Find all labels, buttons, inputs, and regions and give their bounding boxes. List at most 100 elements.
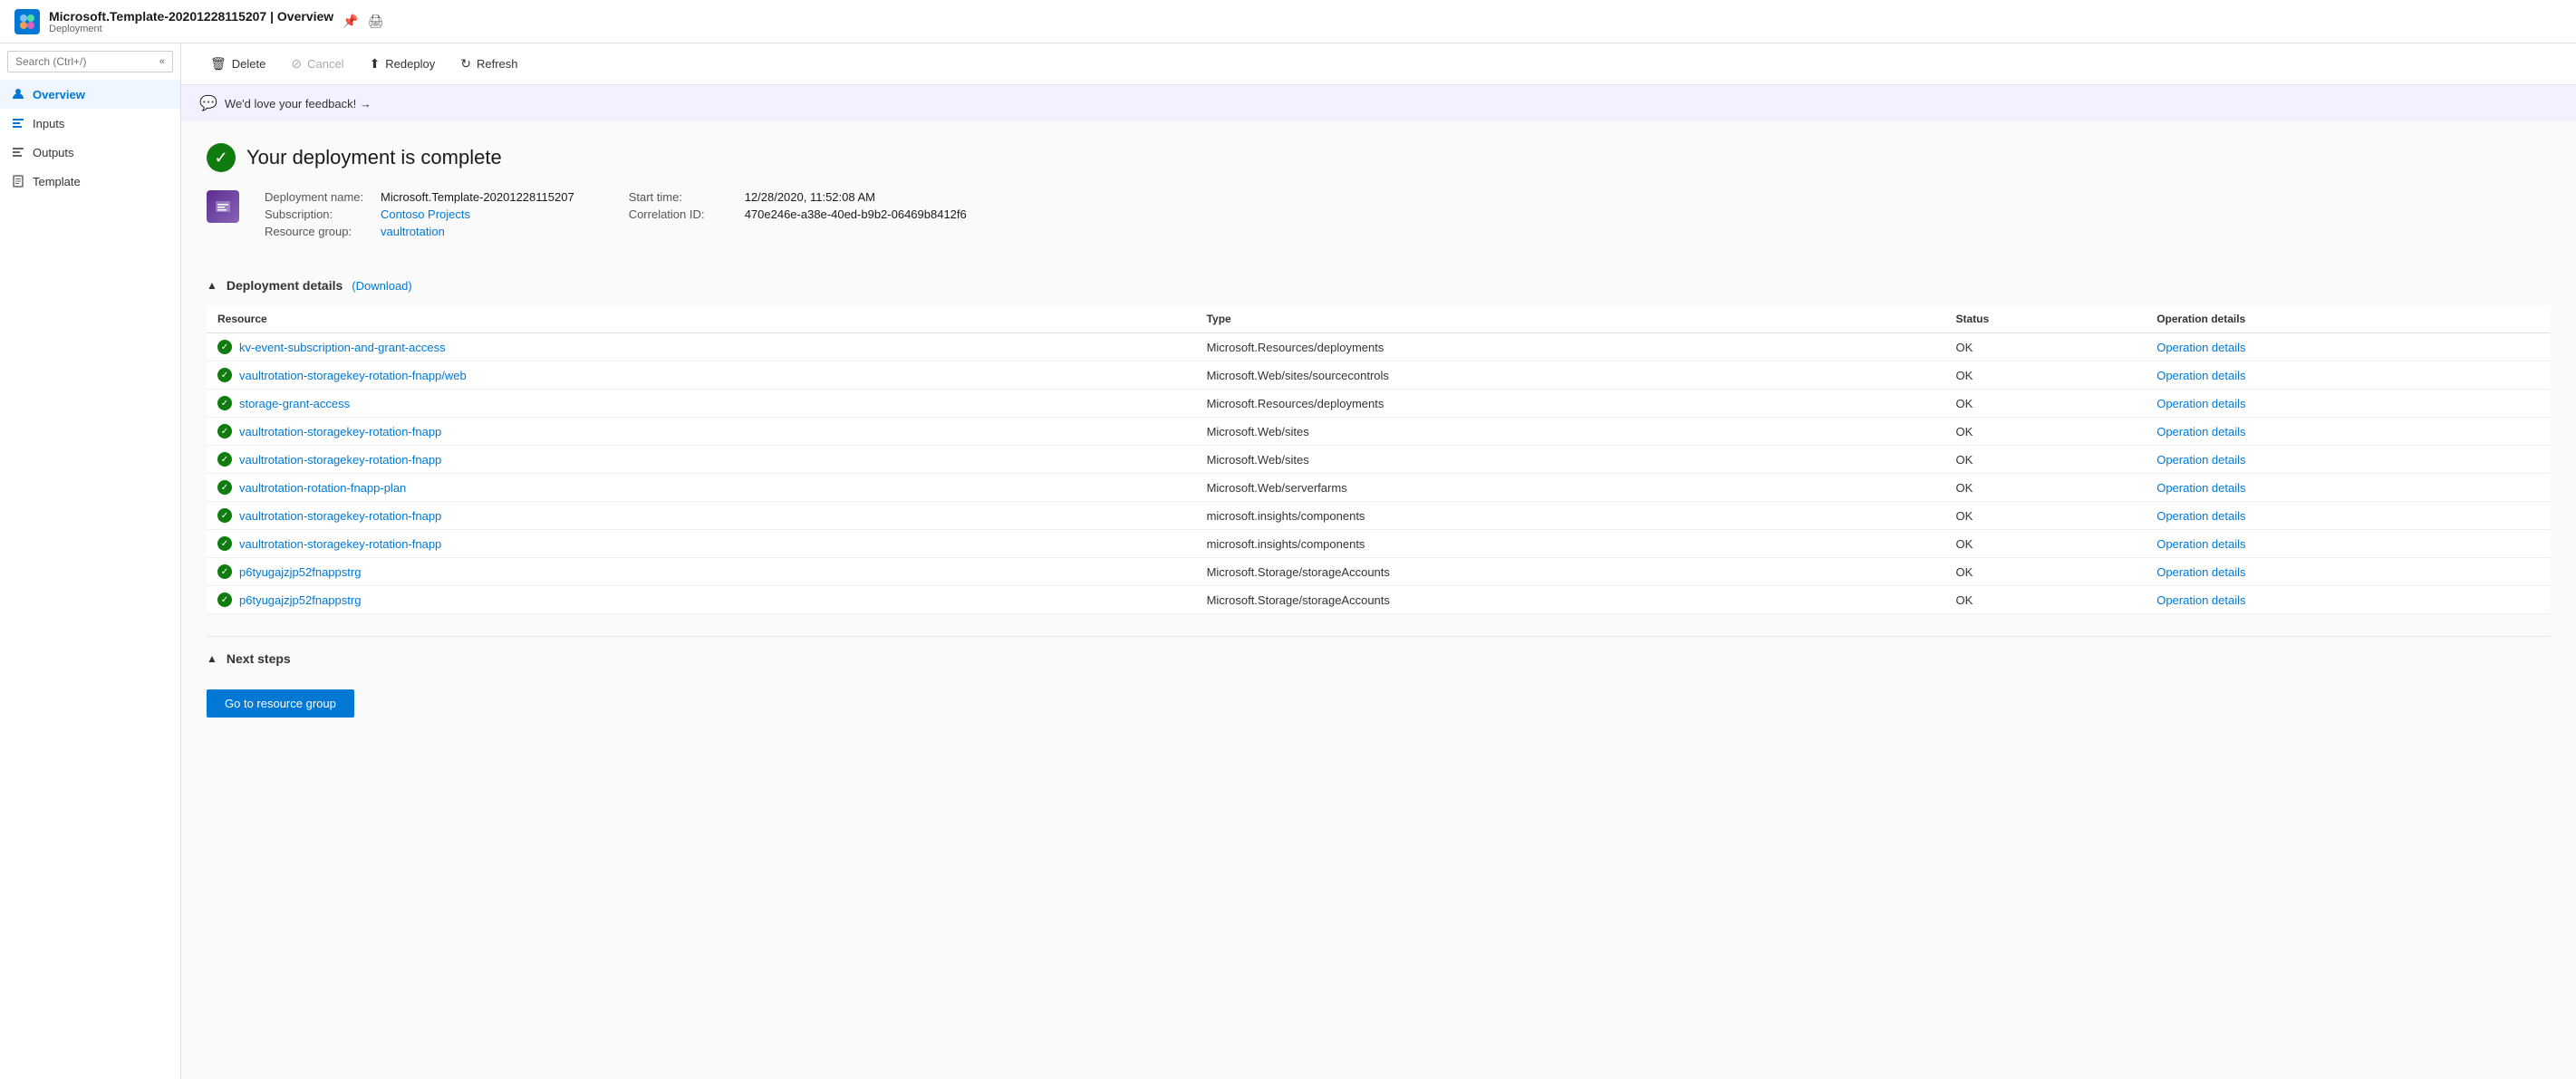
resource-link-0[interactable]: kv-event-subscription-and-grant-access — [239, 341, 446, 354]
table-row: ✓ vaultrotation-storagekey-rotation-fnap… — [207, 361, 2551, 390]
deploy-meta-left: Deployment name: Microsoft.Template-2020… — [265, 190, 574, 238]
table-row: ✓ p6tyugajzjp52fnappstrg Microsoft.Stora… — [207, 558, 2551, 586]
resource-cell-0: ✓ kv-event-subscription-and-grant-access — [207, 333, 1196, 361]
op-details-link-7[interactable]: Operation details — [2156, 537, 2245, 551]
meta-starttime-value: 12/28/2020, 11:52:08 AM — [745, 190, 875, 204]
inputs-icon — [11, 116, 25, 130]
refresh-button[interactable]: ↻ Refresh — [449, 51, 528, 77]
status-cell-8: OK — [1944, 558, 2146, 586]
op-details-link-2[interactable]: Operation details — [2156, 397, 2245, 410]
resource-cell-1: ✓ vaultrotation-storagekey-rotation-fnap… — [207, 361, 1196, 390]
status-cell-2: OK — [1944, 390, 2146, 418]
feedback-icon: 💬 — [199, 94, 217, 112]
sidebar-item-inputs[interactable]: Inputs — [0, 109, 180, 138]
page-title: Microsoft.Template-20201228115207 | Over… — [49, 9, 333, 24]
feedback-banner[interactable]: 💬 We'd love your feedback! → — [181, 85, 2576, 121]
col-resource: Resource — [207, 305, 1196, 333]
op-details-link-8[interactable]: Operation details — [2156, 565, 2245, 579]
type-cell-5: Microsoft.Web/serverfarms — [1196, 474, 1945, 502]
sidebar-item-template-label: Template — [33, 175, 81, 188]
type-cell-7: microsoft.insights/components — [1196, 530, 1945, 558]
op-details-link-9[interactable]: Operation details — [2156, 593, 2245, 607]
resource-link-9[interactable]: p6tyugajzjp52fnappstrg — [239, 593, 361, 607]
row-check-icon-7: ✓ — [217, 536, 232, 551]
type-cell-6: microsoft.insights/components — [1196, 502, 1945, 530]
header-title-group: Microsoft.Template-20201228115207 | Over… — [49, 9, 333, 34]
redeploy-button[interactable]: ⬆ Redeploy — [359, 51, 447, 77]
deploy-info-row: Deployment name: Microsoft.Template-2020… — [207, 190, 2551, 260]
type-cell-3: Microsoft.Web/sites — [1196, 418, 1945, 446]
sidebar-item-template[interactable]: Template — [0, 167, 180, 196]
op-details-link-4[interactable]: Operation details — [2156, 453, 2245, 467]
table-row: ✓ vaultrotation-storagekey-rotation-fnap… — [207, 530, 2551, 558]
type-cell-8: Microsoft.Storage/storageAccounts — [1196, 558, 1945, 586]
layout: « Overview Inputs Outputs — [0, 43, 2576, 1079]
delete-button[interactable]: 🗑 Delete — [199, 51, 276, 77]
feedback-text[interactable]: We'd love your feedback! → — [225, 97, 371, 111]
sidebar-item-outputs[interactable]: Outputs — [0, 138, 180, 167]
cancel-button[interactable]: ⊘ Cancel — [280, 51, 354, 77]
overview-icon — [11, 87, 25, 101]
meta-row-starttime: Start time: 12/28/2020, 11:52:08 AM — [629, 190, 967, 204]
meta-row-rg: Resource group: vaultrotation — [265, 225, 574, 238]
row-check-icon-1: ✓ — [217, 368, 232, 382]
table-row: ✓ vaultrotation-storagekey-rotation-fnap… — [207, 446, 2551, 474]
pin-icon[interactable]: 📌 — [343, 14, 358, 29]
row-check-icon-9: ✓ — [217, 592, 232, 607]
resource-link-6[interactable]: vaultrotation-storagekey-rotation-fnapp — [239, 509, 441, 523]
type-cell-9: Microsoft.Storage/storageAccounts — [1196, 586, 1945, 614]
type-cell-2: Microsoft.Resources/deployments — [1196, 390, 1945, 418]
sidebar-nav: Overview Inputs Outputs Template — [0, 80, 180, 1079]
col-status: Status — [1944, 305, 2146, 333]
op-details-link-5[interactable]: Operation details — [2156, 481, 2245, 495]
deploy-meta-details: Deployment name: Microsoft.Template-2020… — [265, 190, 967, 238]
next-steps-title: Next steps — [227, 651, 291, 666]
download-link[interactable]: (Download) — [352, 279, 411, 293]
table-row: ✓ vaultrotation-storagekey-rotation-fnap… — [207, 502, 2551, 530]
meta-row-name: Deployment name: Microsoft.Template-2020… — [265, 190, 574, 204]
status-cell-1: OK — [1944, 361, 2146, 390]
resource-link-7[interactable]: vaultrotation-storagekey-rotation-fnapp — [239, 537, 441, 551]
resource-link-3[interactable]: vaultrotation-storagekey-rotation-fnapp — [239, 425, 441, 438]
op-details-link-6[interactable]: Operation details — [2156, 509, 2245, 523]
table-row: ✓ p6tyugajzjp52fnappstrg Microsoft.Stora… — [207, 586, 2551, 614]
deploy-icon — [207, 190, 239, 223]
op-details-link-3[interactable]: Operation details — [2156, 425, 2245, 438]
print-icon[interactable]: 🖨 — [368, 14, 384, 29]
template-icon — [11, 174, 25, 188]
resource-link-4[interactable]: vaultrotation-storagekey-rotation-fnapp — [239, 453, 441, 467]
sidebar-item-overview[interactable]: Overview — [0, 80, 180, 109]
meta-name-label: Deployment name: — [265, 190, 373, 204]
search-input[interactable] — [15, 55, 156, 68]
col-opdetails: Operation details — [2146, 305, 2551, 333]
collapse-icon[interactable]: « — [159, 56, 165, 67]
table-row: ✓ kv-event-subscription-and-grant-access… — [207, 333, 2551, 361]
opdetails-cell-7: Operation details — [2146, 530, 2551, 558]
search-box[interactable]: « — [7, 51, 173, 72]
meta-rg-value[interactable]: vaultrotation — [381, 225, 445, 238]
op-details-link-1[interactable]: Operation details — [2156, 369, 2245, 382]
sidebar-item-overview-label: Overview — [33, 88, 85, 101]
resource-cell-6: ✓ vaultrotation-storagekey-rotation-fnap… — [207, 502, 1196, 530]
resource-link-8[interactable]: p6tyugajzjp52fnappstrg — [239, 565, 361, 579]
header-subtitle: Deployment — [49, 24, 333, 34]
resource-link-2[interactable]: storage-grant-access — [239, 397, 350, 410]
resource-link-1[interactable]: vaultrotation-storagekey-rotation-fnapp/… — [239, 369, 467, 382]
meta-correlation-value: 470e246e-a38e-40ed-b9b2-06469b8412f6 — [745, 207, 967, 221]
resource-cell-4: ✓ vaultrotation-storagekey-rotation-fnap… — [207, 446, 1196, 474]
section-divider — [207, 636, 2551, 637]
next-steps-chevron-icon[interactable]: ▲ — [207, 652, 217, 665]
sidebar: « Overview Inputs Outputs — [0, 43, 181, 1079]
next-steps-section: ▲ Next steps Go to resource group — [207, 651, 2551, 718]
resource-table: Resource Type Status Operation details ✓… — [207, 305, 2551, 614]
chevron-up-icon[interactable]: ▲ — [207, 279, 217, 292]
go-to-resource-group-button[interactable]: Go to resource group — [207, 689, 354, 718]
cancel-icon: ⊘ — [291, 56, 302, 72]
resource-link-5[interactable]: vaultrotation-rotation-fnapp-plan — [239, 481, 406, 495]
row-check-icon-2: ✓ — [217, 396, 232, 410]
next-steps-header: ▲ Next steps — [207, 651, 2551, 666]
redeploy-icon: ⬆ — [370, 56, 381, 72]
toolbar: 🗑 Delete ⊘ Cancel ⬆ Redeploy ↻ Refresh — [181, 43, 2576, 85]
op-details-link-0[interactable]: Operation details — [2156, 341, 2245, 354]
meta-sub-value[interactable]: Contoso Projects — [381, 207, 470, 221]
